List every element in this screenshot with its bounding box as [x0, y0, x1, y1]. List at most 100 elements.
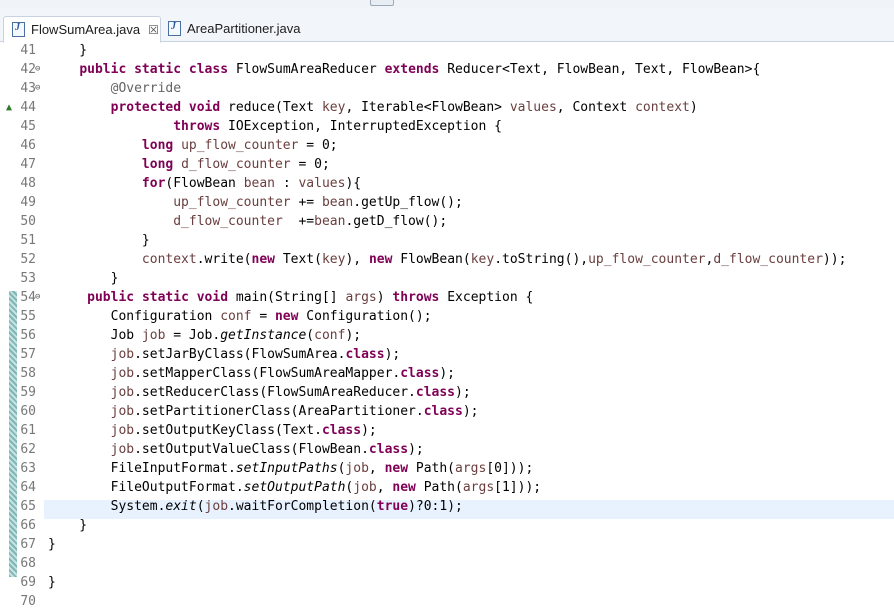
code-token: job — [110, 404, 135, 419]
line-number: 52 — [20, 252, 36, 267]
code-line[interactable]: 66 } — [0, 516, 894, 535]
toolbar-button-fragment — [370, 0, 394, 6]
code-token: ); — [455, 385, 471, 400]
code-line[interactable]: 43 ⊖ @Override — [0, 79, 894, 98]
line-number: 66 — [20, 518, 36, 533]
tab-flowsumarea[interactable]: FlowSumArea.java ☒ — [3, 16, 161, 43]
code-token: FileInputFormat. — [48, 461, 236, 476]
code-token: throws — [392, 290, 440, 305]
code-line[interactable]: 61 job.setOutputKeyClass(Text.class); — [0, 421, 894, 440]
line-code: job.setOutputValueClass(FlowBean.class); — [48, 440, 424, 459]
line-code: @Override — [48, 79, 181, 98]
code-token: ); — [345, 328, 362, 343]
code-line[interactable]: 60 job.setPartitionerClass(AreaPartition… — [0, 402, 894, 421]
line-number: 53 — [20, 271, 36, 286]
code-line[interactable]: 57 job.setJarByClass(FlowSumArea.class); — [0, 345, 894, 364]
code-line[interactable]: 64 FileOutputFormat.setOutputPath(job, n… — [0, 478, 894, 497]
code-line[interactable]: 49 up_flow_counter += bean.getUp_flow(); — [0, 193, 894, 212]
code-token: reduce(Text — [220, 100, 322, 115]
code-token: .setOutputValueClass(FlowBean. — [134, 442, 369, 457]
tab-areapartitioner[interactable]: AreaPartitioner.java — [160, 16, 310, 41]
code-line[interactable]: 59 job.setReducerClass(FlowSumAreaReduce… — [0, 383, 894, 402]
line-code: } — [48, 535, 56, 554]
code-token: static — [134, 62, 182, 77]
code-editor[interactable]: 41 } 42 ⊖ public static class FlowSumAreaR… — [0, 41, 894, 609]
code-line[interactable]: 51 } — [0, 231, 894, 250]
fold-toggle-icon[interactable]: ⊖ — [35, 79, 44, 98]
code-token: ); — [408, 442, 424, 457]
code-line[interactable]: 68 — [0, 554, 894, 573]
code-line[interactable]: 46 long up_flow_counter = 0; — [0, 136, 894, 155]
code-token: new — [368, 252, 393, 267]
line-number: 60 — [20, 404, 36, 419]
code-token: bean — [321, 195, 354, 210]
java-file-icon — [168, 21, 181, 36]
code-token: .getUp_flow(); — [353, 195, 463, 210]
code-token: ( — [306, 328, 315, 343]
code-line[interactable]: 67} — [0, 535, 894, 554]
code-token: .getD_flow(); — [345, 214, 448, 229]
code-line[interactable]: 48 for(FlowBean bean : values){ — [0, 174, 894, 193]
line-code: } — [48, 269, 119, 288]
java-file-icon — [12, 22, 25, 37]
code-line[interactable]: 41 } — [0, 41, 894, 60]
code-line[interactable]: 69} — [0, 573, 894, 592]
line-number: 55 — [20, 309, 36, 324]
code-line[interactable]: 55 Configuration conf = new Configuratio… — [0, 307, 894, 326]
code-token: extends — [384, 62, 440, 77]
code-token: } — [48, 271, 119, 286]
code-token: [1])); — [494, 480, 542, 495]
code-token: d_flow_counter — [181, 157, 291, 172]
line-code: d_flow_counter +=bean.getD_flow(); — [48, 212, 447, 231]
code-token: ); — [439, 366, 456, 381]
code-line[interactable]: 56 Job job = Job.getInstance(conf); — [0, 326, 894, 345]
close-tab-icon[interactable]: ☒ — [148, 23, 159, 37]
code-token: .setPartitionerClass(AreaPartitioner. — [134, 404, 424, 419]
code-token: job — [110, 423, 135, 438]
code-token: System. — [48, 499, 166, 514]
code-line[interactable]: 54 ⊖ public static void main(String[] arg… — [0, 288, 894, 307]
code-token: job — [110, 385, 135, 400]
code-token: new — [274, 309, 299, 324]
line-number: 43 — [20, 81, 36, 96]
code-line[interactable]: 45 throws IOException, InterruptedExcept… — [0, 117, 894, 136]
code-token: conf — [220, 309, 252, 324]
code-token: class — [400, 366, 440, 381]
line-code: public static void main(String[] args) t… — [48, 288, 533, 307]
fold-toggle-icon[interactable]: ⊖ — [35, 60, 44, 79]
code-line[interactable]: 70 — [0, 592, 894, 611]
code-token: Path( — [408, 461, 456, 476]
code-line[interactable]: 65 System.exit(job.waitForCompletion(tru… — [0, 497, 894, 516]
code-line[interactable]: 53 } — [0, 269, 894, 288]
line-code: Job job = Job.getInstance(conf); — [48, 326, 361, 345]
code-line[interactable]: 42 ⊖ public static class FlowSumAreaReduc… — [0, 60, 894, 79]
code-token: job — [110, 366, 135, 381]
code-token: class — [188, 62, 229, 77]
code-line[interactable]: 63 FileInputFormat.setInputPaths(job, ne… — [0, 459, 894, 478]
code-token: new — [251, 252, 275, 267]
code-token: public — [87, 290, 135, 305]
window-top-strip — [0, 0, 894, 8]
line-code: throws IOException, InterruptedException… — [48, 117, 502, 136]
code-line[interactable]: 62 job.setOutputValueClass(FlowBean.clas… — [0, 440, 894, 459]
code-line[interactable]: 47 long d_flow_counter = 0; — [0, 155, 894, 174]
code-token: .toString(), — [494, 252, 589, 267]
code-line[interactable]: 50 d_flow_counter +=bean.getD_flow(); — [0, 212, 894, 231]
line-code: long up_flow_counter = 0; — [48, 136, 338, 155]
line-code: job.setPartitionerClass(AreaPartitioner.… — [48, 402, 479, 421]
code-line[interactable]: 52 context.write(new Text(key), new Flow… — [0, 250, 894, 269]
fold-toggle-icon[interactable]: ⊖ — [35, 288, 44, 307]
line-number: 49 — [20, 195, 36, 210]
code-line[interactable]: 58 job.setMapperClass(FlowSumAreaMapper.… — [0, 364, 894, 383]
code-token: ); — [384, 347, 401, 362]
code-line[interactable]: 44 ▲ protected void reduce(Text key, Iter… — [0, 98, 894, 117]
